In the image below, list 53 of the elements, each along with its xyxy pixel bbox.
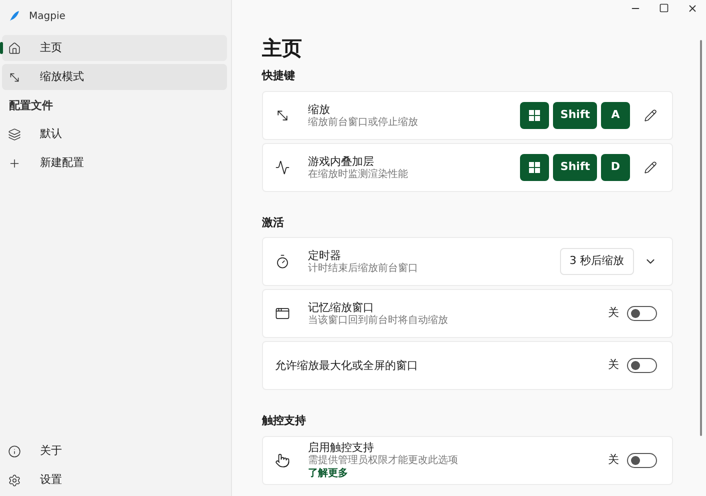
nav-item[interactable]: 主页: [2, 35, 227, 61]
edit-icon[interactable]: [644, 108, 657, 122]
setting-description: 需提供管理员权限才能更改此选项: [308, 455, 459, 467]
setting-title: 启用触控支持: [308, 440, 375, 454]
section-header: 激活: [262, 214, 285, 230]
toggle-state-label: 关: [608, 305, 619, 322]
section-header: 快捷键: [262, 68, 296, 84]
page-title: 主页: [262, 35, 303, 62]
toggle-state-label: 关: [608, 357, 619, 374]
key-badge: Shift: [553, 102, 597, 128]
setting-description: 计时结束后缩放前台窗口: [308, 263, 419, 275]
setting-title: 游戏内叠加层: [308, 154, 375, 168]
windows-logo-icon: [529, 110, 540, 120]
layers-icon: [8, 128, 21, 141]
nav-item[interactable]: 默认: [2, 122, 229, 148]
home-icon: [8, 42, 21, 54]
nav-item[interactable]: 新建配置: [2, 150, 229, 176]
setting-title: 定时器: [308, 248, 342, 262]
toggle-state-label: 关: [608, 452, 619, 468]
toggle-switch[interactable]: [627, 358, 657, 373]
info-icon: [8, 444, 21, 458]
key-badge: D: [601, 154, 630, 180]
section-header: 配置文件: [8, 98, 54, 114]
key-badge: A: [601, 102, 630, 128]
edit-icon[interactable]: [644, 160, 657, 174]
feather-logo-icon: [9, 10, 20, 22]
timer-dropdown[interactable]: 3 秒后缩放: [560, 248, 634, 275]
plus-icon: [8, 157, 21, 170]
resize-arrows-icon: [275, 108, 290, 122]
app-title: Magpie: [29, 10, 66, 24]
scrollbar[interactable]: [700, 40, 702, 436]
settings-icon: [8, 474, 21, 486]
resize-arrows-icon: [8, 70, 21, 84]
nav-item[interactable]: 设置: [2, 467, 229, 493]
setting-title: 记忆缩放窗口: [308, 300, 375, 314]
setting-title: 允许缩放最大化或全屏的窗口: [275, 358, 419, 373]
section-header: 触控支持: [262, 413, 307, 429]
close-icon[interactable]: [687, 3, 698, 14]
windows-logo-icon: [529, 162, 540, 172]
nav-item[interactable]: 缩放模式: [2, 64, 227, 90]
toggle-switch[interactable]: [627, 452, 657, 468]
key-badge: Shift: [553, 154, 597, 180]
setting-title: 缩放: [308, 102, 331, 116]
nav-item[interactable]: 关于: [2, 438, 229, 464]
setting-description: 当该窗口回到前台时将自动缩放: [308, 315, 449, 327]
hand-pointer-icon: [275, 452, 290, 468]
learn-more-link[interactable]: 了解更多: [308, 467, 608, 480]
stopwatch-icon: [275, 254, 290, 269]
window-icon: [275, 306, 290, 321]
maximize-icon[interactable]: [659, 3, 669, 13]
setting-description: 在缩放时监测渲染性能: [308, 168, 409, 180]
toggle-switch[interactable]: [627, 306, 657, 321]
setting-description: 缩放前台窗口或停止缩放: [308, 116, 419, 128]
